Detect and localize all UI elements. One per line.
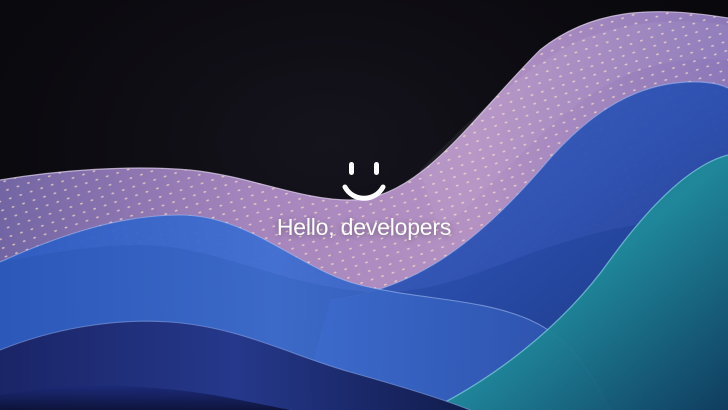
desktop-wallpaper: Hello, developers [0, 0, 728, 410]
smiley-face-icon [342, 162, 386, 201]
greeting-text: Hello, developers [276, 214, 452, 240]
